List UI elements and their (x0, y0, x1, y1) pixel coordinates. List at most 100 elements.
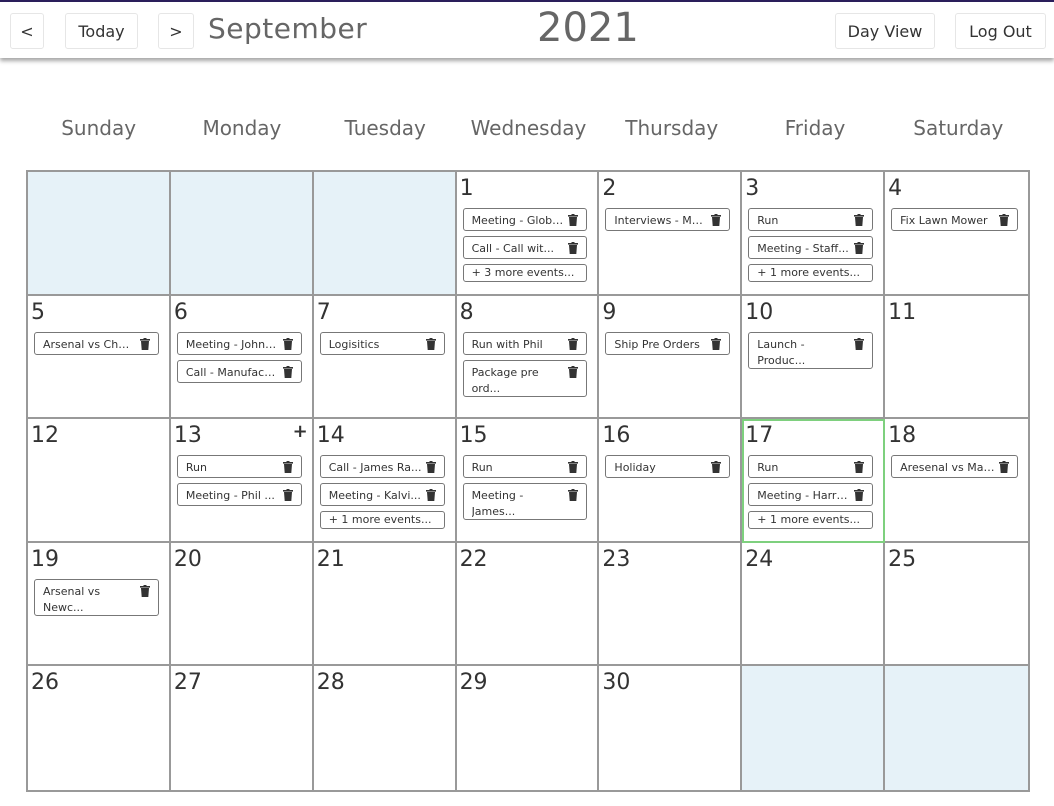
trash-icon[interactable] (568, 242, 579, 254)
trash-icon[interactable] (139, 584, 150, 597)
day-number: 19 (31, 546, 59, 572)
day-cell[interactable]: 29 (457, 666, 600, 790)
day-cell[interactable]: 1 Meeting - Globa... Call - Call wit... + 3… (456, 172, 600, 296)
event-item[interactable]: Package pre ord... (462, 359, 588, 397)
day-cell[interactable]: 23 (599, 542, 743, 667)
trash-icon[interactable] (425, 337, 436, 350)
event-item[interactable]: Meeting - Globa... (462, 208, 588, 231)
event-label: Run (757, 214, 779, 227)
day-cell[interactable]: 18 Aresenal vs Man... (885, 419, 1028, 543)
trash-icon[interactable] (999, 461, 1009, 474)
day-cell[interactable]: 8 Run with Phil Package pre ord... (456, 295, 600, 420)
event-item[interactable]: Launch - Produc... (748, 331, 874, 369)
event-item[interactable]: Meeting - Staff... (748, 236, 874, 259)
day-cell[interactable]: 3 Run Meeting - Staff... + 1 more events... (742, 172, 886, 296)
event-item[interactable]: Arsenal vs Newc... (34, 578, 159, 616)
trash-icon[interactable] (711, 337, 722, 350)
trash-icon[interactable] (568, 214, 579, 226)
day-view-button[interactable]: Day View (835, 13, 935, 49)
logout-button[interactable]: Log Out (955, 13, 1046, 49)
trash-icon[interactable] (282, 489, 293, 502)
day-number: 18 (888, 423, 917, 449)
day-cell[interactable]: 19 Arsenal vs Newc... (28, 542, 171, 667)
event-item[interactable]: Meeting - James... (462, 483, 588, 521)
event-item[interactable]: Run with Phil (462, 331, 588, 355)
day-cell[interactable]: 25 (885, 543, 1028, 667)
event-item[interactable]: Arsenal vs Chel... (34, 331, 159, 355)
day-cell[interactable]: 15 Run Meeting - James... (456, 419, 600, 543)
event-item[interactable]: Holiday (605, 455, 731, 479)
day-cell[interactable]: 13 + Run Meeting - Phil ... (170, 419, 314, 543)
next-month-button[interactable]: > (158, 13, 194, 49)
event-item[interactable]: Meeting - Kalvi... (319, 483, 445, 507)
day-cell[interactable]: 26 (28, 666, 171, 790)
event-item[interactable]: Run (176, 455, 302, 479)
day-cell[interactable]: 27 (171, 666, 314, 790)
day-cell[interactable]: 30 (599, 666, 743, 790)
trash-icon[interactable] (568, 365, 579, 378)
day-cell[interactable]: 20 (170, 542, 314, 667)
trash-icon[interactable] (999, 214, 1009, 226)
trash-icon[interactable] (425, 461, 436, 474)
event-item[interactable]: Run (748, 455, 874, 479)
more-events-link[interactable]: + 3 more events... (462, 264, 588, 282)
prev-month-button[interactable]: < (10, 13, 44, 49)
day-cell[interactable]: 9 Ship Pre Orders (599, 295, 743, 420)
trash-icon[interactable] (711, 214, 722, 226)
event-item[interactable]: Call - James Ra... (319, 455, 445, 479)
today-button[interactable]: Today (65, 13, 138, 49)
day-cell[interactable]: 16 Holiday (599, 419, 743, 543)
day-cell[interactable]: 22 (456, 542, 600, 667)
more-events-link[interactable]: + 1 more events... (319, 511, 445, 530)
event-item[interactable]: Ship Pre Orders (605, 331, 731, 355)
trash-icon[interactable] (282, 365, 293, 378)
event-item[interactable]: Run (462, 455, 588, 479)
day-cell[interactable]: 2 Interviews - Me... (599, 172, 743, 296)
event-item[interactable]: Meeting - Harry... (748, 483, 874, 507)
day-number: 17 (745, 423, 774, 449)
day-cell[interactable]: 6 Meeting - John ... Call - Manufact... (170, 295, 314, 420)
day-number: 4 (888, 176, 903, 201)
day-cell[interactable]: 24 (742, 542, 886, 667)
trash-icon[interactable] (568, 489, 579, 502)
day-number: 10 (745, 299, 774, 325)
day-cell[interactable]: 12 (28, 419, 171, 543)
more-events-link[interactable]: + 1 more events... (748, 511, 874, 530)
trash-icon[interactable] (711, 461, 722, 474)
trash-icon[interactable] (854, 489, 865, 502)
event-item[interactable]: Logisitics (319, 331, 445, 355)
event-item[interactable]: Fix Lawn Mower (891, 208, 1018, 231)
event-item[interactable]: Run (748, 208, 874, 231)
day-cell[interactable]: 4 Fix Lawn Mower (885, 172, 1028, 296)
event-list: Run Meeting - Harry... + 1 more events... (748, 455, 874, 530)
day-number: 12 (31, 423, 59, 449)
trash-icon[interactable] (425, 489, 436, 502)
event-item[interactable]: Interviews - Me... (605, 208, 731, 231)
trash-icon[interactable] (282, 337, 293, 350)
trash-icon[interactable] (854, 214, 865, 226)
day-cell[interactable]: 28 (314, 666, 457, 790)
day-cell[interactable]: 21 (313, 542, 457, 667)
day-cell[interactable]: 7 Logisitics (313, 295, 457, 420)
more-events-link[interactable]: + 1 more events... (748, 264, 874, 282)
event-item[interactable]: Call - Call wit... (462, 236, 588, 259)
trash-icon[interactable] (854, 337, 865, 350)
day-cell[interactable]: 11 (885, 296, 1028, 420)
trash-icon[interactable] (568, 337, 579, 350)
trash-icon[interactable] (854, 242, 865, 254)
event-item[interactable]: Meeting - John ... (176, 331, 302, 355)
trash-icon[interactable] (854, 461, 865, 474)
day-cell[interactable]: 10 Launch - Produc... (742, 295, 886, 420)
event-item[interactable]: Meeting - Phil ... (176, 483, 302, 507)
trash-icon[interactable] (568, 461, 579, 474)
event-item[interactable]: Aresenal vs Man... (891, 455, 1018, 479)
day-cell[interactable]: 5 Arsenal vs Chel... (28, 295, 171, 420)
add-event-button[interactable]: + (293, 423, 308, 441)
event-item[interactable]: Call - Manufact... (176, 359, 302, 383)
day-cell[interactable]: 17 Run Meeting - Harry... + 1 more events..… (742, 419, 886, 543)
event-label: Run (185, 461, 207, 475)
trash-icon[interactable] (282, 461, 293, 474)
day-cell[interactable]: 14 Call - James Ra... Meeting - Kalvi... + … (313, 419, 457, 543)
event-list: Arsenal vs Chel... (34, 331, 159, 355)
trash-icon[interactable] (139, 337, 150, 350)
